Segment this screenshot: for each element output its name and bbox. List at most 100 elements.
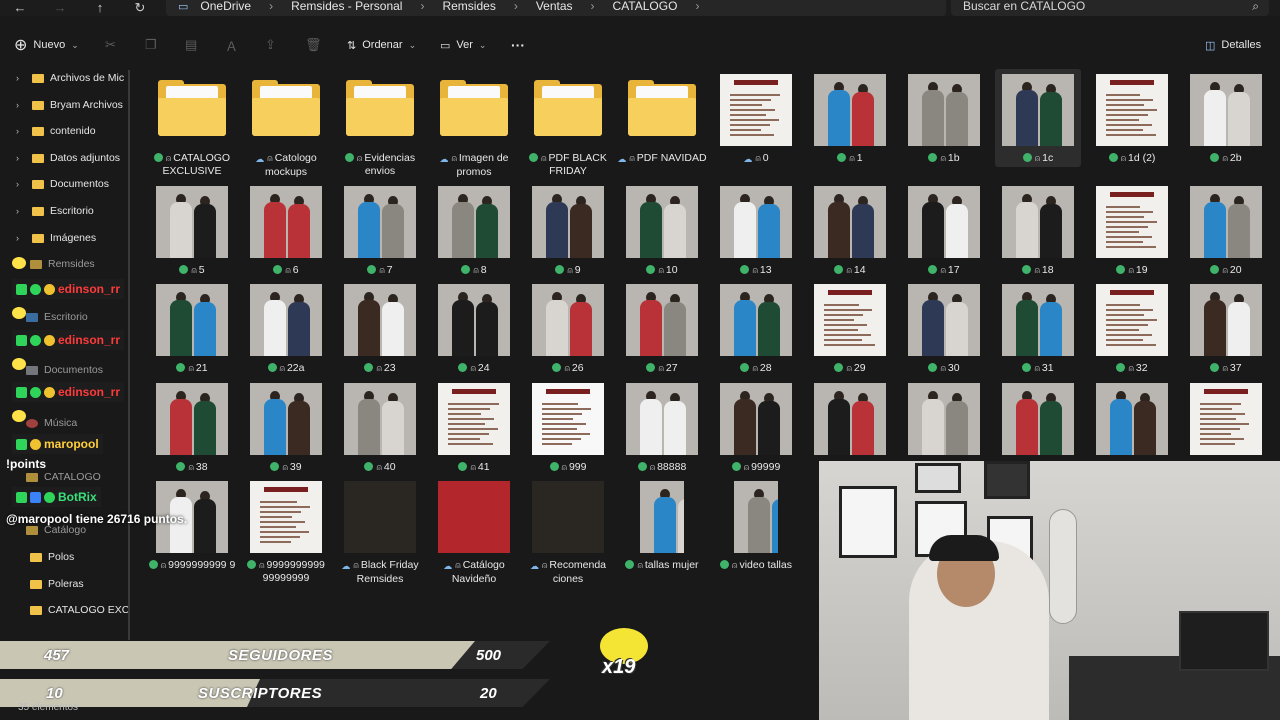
chevron-right-icon[interactable]: › [16, 206, 30, 216]
file-item[interactable]: ⍝ 23 [334, 284, 426, 389]
up-arrow-icon[interactable]: ↑ [80, 1, 120, 14]
folder-item[interactable]: ⍝ PDF BLACK FRIDAY [522, 74, 614, 179]
refresh-icon[interactable]: ↻ [120, 1, 160, 14]
file-item[interactable]: ⍝ 21 [146, 284, 238, 389]
folder-item[interactable]: ☁ ⍝ Catologo mockups [240, 74, 332, 179]
chevron-right-icon[interactable]: › [16, 179, 30, 189]
file-item[interactable]: ⍝ 1 [804, 74, 896, 179]
file-item[interactable]: ⍝ 40 [334, 383, 426, 488]
details-button[interactable]: ◫ Detalles [1205, 39, 1261, 52]
sort-button[interactable]: ⇅ Ordenar ⌄ [347, 39, 416, 52]
sidebar-item[interactable]: Poleras [0, 574, 130, 594]
file-item[interactable]: ⍝ 24 [428, 284, 520, 389]
copy-icon[interactable]: ❐ [145, 37, 157, 53]
sidebar-item[interactable]: › Bryam Archivos [0, 95, 130, 115]
file-item[interactable]: ⍝ 18 [992, 186, 1084, 291]
file-item[interactable]: ⍝ 99999 [710, 383, 802, 488]
folder-icon [532, 74, 604, 146]
new-button[interactable]: ⊕ Nuevo ⌄ [14, 35, 79, 55]
file-item[interactable]: ⍝ 88888 [616, 383, 708, 488]
chevron-right-icon[interactable]: › [16, 73, 30, 83]
file-item[interactable]: ⍝ 19 [1086, 186, 1178, 291]
file-item[interactable]: ☁ ⍝ Recomenda ciones [522, 481, 614, 586]
sidebar-item[interactable]: Polos [0, 547, 130, 567]
paste-icon[interactable]: ▤ [185, 37, 197, 53]
breadcrumb-onedrive[interactable]: OneDrive [200, 0, 251, 13]
file-item[interactable]: ⍝ tallas mujer [616, 481, 708, 586]
file-item[interactable]: ⍝ 6 [240, 186, 332, 291]
more-options-icon[interactable]: ··· [511, 37, 525, 53]
file-item[interactable]: ⍝ 30 [898, 284, 990, 389]
file-item[interactable]: ⍝ 41 [428, 383, 520, 488]
file-item[interactable]: ⍝ 31 [992, 284, 1084, 389]
file-item[interactable]: ☁ ⍝ Black Friday Remsides [334, 481, 426, 586]
file-item[interactable]: ⍝ 17 [898, 186, 990, 291]
cut-icon[interactable]: ✂ [105, 37, 116, 53]
file-item[interactable]: ☁ ⍝ 0 [710, 74, 802, 179]
file-item[interactable]: ⍝ 13 [710, 186, 802, 291]
breadcrumb-catalogo[interactable]: CATALOGO [613, 0, 678, 13]
sidebar-item[interactable]: › Escritorio [0, 201, 130, 221]
breadcrumb-ventas[interactable]: Ventas [536, 0, 573, 13]
file-item[interactable]: ⍝ 39 [240, 383, 332, 488]
file-item[interactable]: ⍝ 1d (2) [1086, 74, 1178, 179]
folder-item[interactable]: ☁ ⍝ Imagen de promos [428, 74, 520, 179]
file-item[interactable]: ⍝ 1c [992, 74, 1084, 179]
breadcrumb[interactable]: ▭ OneDrive › Remsides - Personal › Remsi… [166, 0, 946, 16]
file-item[interactable]: ☁ ⍝ Catálogo Navideño [428, 481, 520, 586]
file-item[interactable]: ⍝ 5 [146, 186, 238, 291]
chevron-right-icon[interactable]: › [16, 233, 30, 243]
file-item[interactable]: ⍝ 8 [428, 186, 520, 291]
file-item[interactable]: ⍝ 29 [804, 284, 896, 389]
file-item[interactable]: ⍝ 38 [146, 383, 238, 488]
file-item[interactable]: ⍝ 37 [1180, 284, 1272, 389]
file-name-text: 5 [198, 264, 205, 276]
file-item[interactable]: ⍝ 9999999999 9 [146, 481, 238, 586]
forward-arrow-icon[interactable]: → [40, 1, 80, 14]
image-thumbnail [1190, 284, 1262, 356]
file-item[interactable]: ⍝ video tallas [710, 481, 802, 586]
file-item[interactable]: ⍝ 27 [616, 284, 708, 389]
shared-person-icon: ⍝ [541, 560, 548, 570]
sidebar-item[interactable]: › Archivos de Mic [0, 68, 130, 88]
back-arrow-icon[interactable]: ← [0, 1, 40, 14]
folder-icon [30, 552, 42, 562]
breadcrumb-personal[interactable]: Remsides - Personal [291, 0, 402, 13]
file-item[interactable]: ⍝ 9999999999 99999999 [240, 481, 332, 586]
chevron-right-icon[interactable]: › [16, 126, 30, 136]
share-icon[interactable]: ⇪ [265, 37, 276, 53]
file-item[interactable]: ⍝ 26 [522, 284, 614, 389]
sidebar-item[interactable]: › contenido [0, 121, 130, 141]
folder-item[interactable]: ⍝ CATALOGO EXCLUSIVE [146, 74, 238, 179]
shared-person-icon: ⍝ [637, 560, 643, 570]
file-item[interactable]: ⍝ 22a [240, 284, 332, 389]
file-item[interactable]: ⍝ 999 [522, 383, 614, 488]
chat-username: edinson_rr [58, 282, 121, 296]
sidebar-item[interactable]: CATALOGO EXCL [0, 600, 130, 620]
shared-person-icon: ⍝ [1128, 363, 1134, 373]
file-item[interactable]: ⍝ 20 [1180, 186, 1272, 291]
file-item[interactable]: ⍝ 9 [522, 186, 614, 291]
delete-icon[interactable]: 🗑 [305, 37, 322, 53]
file-item[interactable]: ⍝ 1b [898, 74, 990, 179]
search-icon[interactable]: ⌕ [1252, 0, 1259, 14]
chevron-right-icon[interactable]: › [16, 100, 30, 110]
search-input[interactable]: Buscar en CATALOGO ⌕ [951, 0, 1269, 16]
folder-item[interactable]: ⍝ Evidencias envios [334, 74, 426, 179]
chevron-right-icon[interactable]: › [16, 153, 30, 163]
breadcrumb-remsides[interactable]: Remsides [442, 0, 495, 13]
file-item[interactable]: ⍝ 32 [1086, 284, 1178, 389]
folder-item[interactable]: ☁ ⍝ PDF NAVIDAD [616, 74, 708, 179]
file-item[interactable]: ⍝ 2b [1180, 74, 1272, 179]
file-item[interactable]: ⍝ 10 [616, 186, 708, 291]
synced-status-icon [344, 153, 354, 162]
shared-person-icon: ⍝ [1034, 265, 1040, 275]
sidebar-item[interactable]: › Documentos [0, 174, 130, 194]
file-item[interactable]: ⍝ 14 [804, 186, 896, 291]
file-item[interactable]: ⍝ 28 [710, 284, 802, 389]
sidebar-item[interactable]: › Imágenes [0, 228, 130, 248]
view-button[interactable]: ▭ Ver ⌄ [440, 39, 486, 52]
sidebar-item[interactable]: › Datos adjuntos [0, 148, 130, 168]
rename-icon[interactable]: Ａ [225, 36, 238, 55]
file-item[interactable]: ⍝ 7 [334, 186, 426, 291]
